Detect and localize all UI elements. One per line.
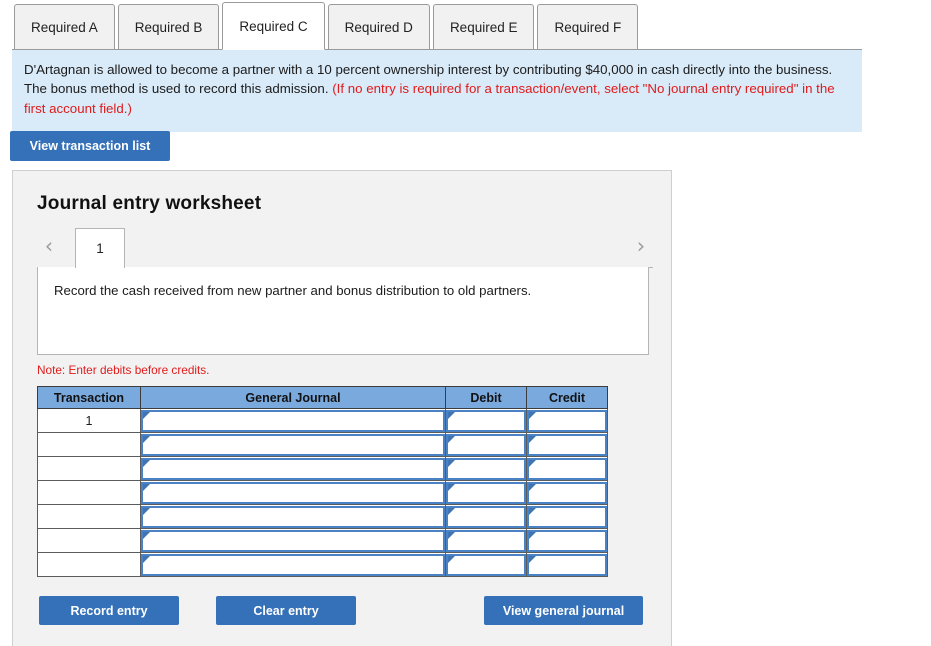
column-header-general-journal: General Journal	[140, 386, 446, 409]
cell-account-field	[140, 504, 446, 529]
view-general-journal-button[interactable]: View general journal	[484, 596, 643, 625]
cell-credit-field	[526, 552, 608, 577]
cell-account-field	[140, 552, 446, 577]
cell-account-field	[140, 528, 446, 553]
cell-transaction	[37, 480, 141, 505]
account-field-2[interactable]	[141, 433, 445, 456]
cell-credit-field	[526, 480, 608, 505]
debit-field-4[interactable]	[446, 481, 526, 504]
worksheet-page-tab-1[interactable]: 1	[75, 228, 125, 268]
cell-account-field	[140, 456, 446, 481]
tab-required-d[interactable]: Required D	[327, 4, 430, 50]
cell-transaction: 1	[37, 408, 141, 433]
view-transaction-list-button[interactable]: View transaction list	[10, 131, 170, 161]
cell-transaction	[37, 504, 141, 529]
cell-debit-field	[445, 504, 527, 529]
debit-field-1[interactable]	[446, 409, 526, 432]
journal-table-container: Transaction General Journal Debit Credit…	[37, 386, 608, 577]
credit-field-1[interactable]	[527, 409, 607, 432]
table-row	[37, 528, 608, 553]
credit-field-6[interactable]	[527, 529, 607, 552]
debit-field-6[interactable]	[446, 529, 526, 552]
page-title: Journal entry worksheet	[37, 193, 262, 214]
tab-required-e[interactable]: Required E	[432, 4, 535, 50]
table-row	[37, 552, 608, 577]
table-row	[37, 504, 608, 529]
cell-debit-field	[445, 552, 527, 577]
cell-credit-field	[526, 432, 608, 457]
credit-field-7[interactable]	[527, 553, 607, 576]
table-row	[37, 456, 608, 481]
cell-account-field	[140, 480, 446, 505]
debit-field-2[interactable]	[446, 433, 526, 456]
account-field-3[interactable]	[141, 457, 445, 480]
cell-debit-field	[445, 408, 527, 433]
cell-debit-field	[445, 432, 527, 457]
column-header-transaction: Transaction	[37, 386, 141, 409]
cell-account-field	[140, 408, 446, 433]
table-row	[37, 432, 608, 457]
cell-debit-field	[445, 528, 527, 553]
account-field-7[interactable]	[141, 553, 445, 576]
account-field-4[interactable]	[141, 481, 445, 504]
problem-statement: D'Artagnan is allowed to become a partne…	[12, 50, 862, 132]
debits-before-credits-note: Note: Enter debits before credits.	[37, 363, 210, 377]
credit-field-4[interactable]	[527, 481, 607, 504]
cell-transaction	[37, 456, 141, 481]
table-header-row: Transaction General Journal Debit Credit	[37, 386, 608, 409]
entry-description: Record the cash received from new partne…	[37, 267, 649, 355]
table-row: 1	[37, 408, 608, 433]
journal-entry-table: Transaction General Journal Debit Credit…	[37, 386, 608, 577]
chevron-right-icon[interactable]: ›	[629, 231, 653, 261]
journal-table-body: 1	[37, 408, 608, 577]
cell-account-field	[140, 432, 446, 457]
tab-required-f[interactable]: Required F	[537, 4, 639, 50]
cell-credit-field	[526, 456, 608, 481]
tab-required-c[interactable]: Required C	[222, 2, 325, 50]
debit-field-7[interactable]	[446, 553, 526, 576]
cell-debit-field	[445, 456, 527, 481]
cell-transaction	[37, 432, 141, 457]
table-row	[37, 480, 608, 505]
debit-field-5[interactable]	[446, 505, 526, 528]
chevron-left-icon[interactable]: ‹	[37, 231, 61, 261]
column-header-credit: Credit	[526, 386, 608, 409]
cell-transaction	[37, 528, 141, 553]
account-field-5[interactable]	[141, 505, 445, 528]
clear-entry-button[interactable]: Clear entry	[216, 596, 356, 625]
debit-field-3[interactable]	[446, 457, 526, 480]
required-tab-bar: Required A Required B Required C Required D…	[0, 0, 931, 50]
tab-list: Required A Required B Required C Required D…	[14, 2, 641, 50]
cell-credit-field	[526, 528, 608, 553]
tab-required-b[interactable]: Required B	[117, 4, 220, 50]
journal-entry-worksheet-panel: Journal entry worksheet ‹ 1 › Record the…	[12, 170, 672, 646]
tab-required-a[interactable]: Required A	[14, 4, 115, 50]
cell-credit-field	[526, 504, 608, 529]
credit-field-3[interactable]	[527, 457, 607, 480]
cell-transaction	[37, 552, 141, 577]
cell-debit-field	[445, 480, 527, 505]
worksheet-pager: ‹ 1 ›	[37, 228, 653, 268]
credit-field-5[interactable]	[527, 505, 607, 528]
record-entry-button[interactable]: Record entry	[39, 596, 179, 625]
cell-credit-field	[526, 408, 608, 433]
column-header-debit: Debit	[445, 386, 527, 409]
credit-field-2[interactable]	[527, 433, 607, 456]
account-field-6[interactable]	[141, 529, 445, 552]
account-field-1[interactable]	[141, 409, 445, 432]
